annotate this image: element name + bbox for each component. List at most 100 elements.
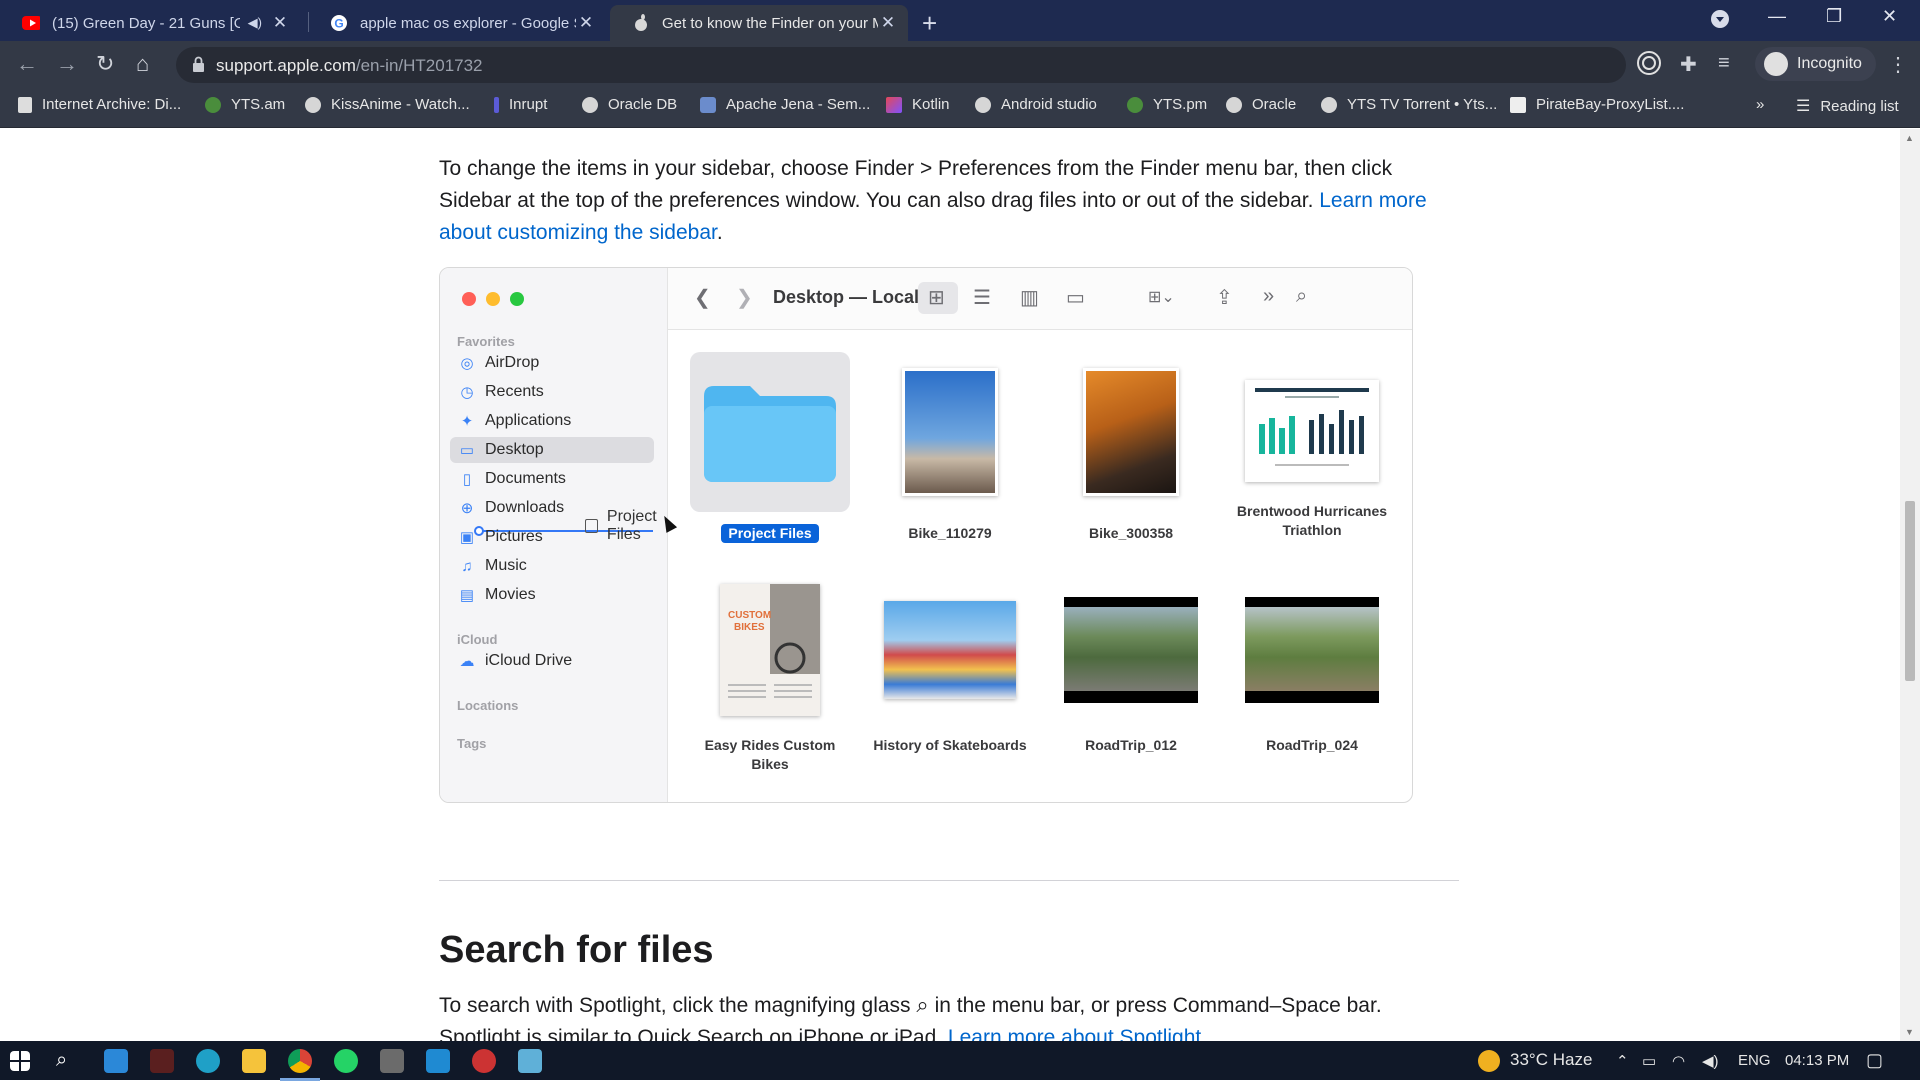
search-icon[interactable]: ⌕	[56, 1049, 80, 1073]
address-bar[interactable]: support.apple.com/en-in/HT201732 ☆	[176, 47, 1784, 83]
search-icon[interactable]: ⌕	[1296, 285, 1307, 308]
media-app-icon[interactable]	[380, 1049, 404, 1073]
notifications-icon[interactable]: ▢	[1866, 1050, 1883, 1071]
music-icon: ♫	[461, 557, 473, 575]
bookmark-internet-archive[interactable]: Internet Archive: Di...	[18, 96, 181, 113]
sidebar-item-pictures[interactable]: ▣ Pictures	[450, 524, 654, 550]
list-view-icon[interactable]: ☰	[973, 285, 991, 310]
bookmark-oracle[interactable]: Oracle	[1226, 96, 1296, 113]
group-by-icon[interactable]: ⊞⌄	[1148, 287, 1175, 307]
sidebar-item-music[interactable]: ♫ Music	[450, 553, 654, 579]
chevron-left-icon[interactable]: ❮	[694, 285, 711, 310]
weather-widget[interactable]: 33°C Haze	[1478, 1050, 1592, 1073]
incognito-profile-button[interactable]: Incognito	[1755, 47, 1876, 81]
bookmark-inrupt[interactable]: Inrupt	[494, 96, 547, 113]
close-tab-icon[interactable]: ✕	[576, 13, 596, 33]
bookmark-kotlin[interactable]: Kotlin	[886, 96, 950, 113]
show-hidden-icons[interactable]: ⌃	[1616, 1052, 1629, 1070]
spotlight-link[interactable]: Learn more about Spotlight	[948, 1026, 1201, 1041]
media-queue-icon[interactable]: ≡	[1718, 52, 1730, 75]
tab-search-icon[interactable]	[1710, 9, 1730, 34]
new-tab-icon[interactable]: +	[922, 8, 937, 39]
file-project-files[interactable]: Project Files	[690, 352, 850, 543]
browser-menu-icon[interactable]: ⋮	[1888, 52, 1908, 77]
sidebar-item-recents[interactable]: ◷ Recents	[450, 379, 654, 405]
restore-icon[interactable]: ❐	[1826, 6, 1842, 27]
bookmark-android-studio[interactable]: Android studio	[975, 96, 1097, 113]
scrollbar-thumb[interactable]	[1905, 501, 1915, 681]
battery-icon[interactable]: ▭	[1642, 1052, 1656, 1070]
file-roadtrip-012[interactable]: RoadTrip_012	[1051, 584, 1211, 755]
file-bike-110279[interactable]: Bike_110279	[870, 352, 1030, 543]
clock[interactable]: 04:13 PM	[1785, 1052, 1849, 1069]
bookmark-label: YTS.am	[231, 96, 286, 113]
close-tab-icon[interactable]: ✕	[270, 13, 290, 33]
sidebar-item-airdrop[interactable]: ◎ AirDrop	[450, 350, 654, 376]
edge-icon[interactable]	[196, 1049, 220, 1073]
scroll-down-icon[interactable]: ▼	[1905, 1027, 1914, 1037]
icloud-heading: iCloud	[457, 632, 498, 647]
bookmark-yts-pm[interactable]: YTS.pm	[1127, 96, 1207, 113]
tab-youtube[interactable]: (15) Green Day - 21 Guns [Of ◀) ✕	[0, 5, 300, 41]
bookmark-yts-am[interactable]: YTS.am	[205, 96, 285, 113]
app-circle-icon[interactable]	[472, 1049, 496, 1073]
reload-icon[interactable]: ↻	[96, 51, 114, 77]
back-icon[interactable]: ←	[16, 51, 38, 77]
whatsapp-icon[interactable]	[334, 1049, 358, 1073]
bookmark-apache-jena[interactable]: Apache Jena - Sem...	[700, 96, 870, 113]
chevron-right-icon[interactable]: ❯	[736, 285, 753, 310]
wifi-icon[interactable]: ◠	[1672, 1052, 1685, 1070]
extensions-puzzle-icon[interactable]: ✚	[1680, 52, 1697, 77]
language-indicator[interactable]: ENG	[1738, 1052, 1771, 1069]
bookmark-yts-tv[interactable]: YTS TV Torrent • Yts...	[1321, 96, 1497, 113]
file-brentwood-triathlon[interactable]: Brentwood Hurricanes Triathlon	[1232, 352, 1392, 540]
sidebar-item-documents[interactable]: ▯ Documents	[450, 466, 654, 492]
globe-icon	[305, 96, 321, 113]
minimize-icon[interactable]: —	[1768, 6, 1786, 27]
scroll-up-icon[interactable]: ▲	[1905, 133, 1914, 143]
file-bike-300358[interactable]: Bike_300358	[1051, 352, 1211, 543]
sidebar-item-movies[interactable]: ▤ Movies	[450, 582, 654, 608]
icon-view-icon[interactable]: ⊞	[928, 285, 945, 310]
sidebar-item-desktop[interactable]: ▭ Desktop	[450, 437, 654, 463]
mail-icon[interactable]	[104, 1049, 128, 1073]
vscode-icon[interactable]	[426, 1049, 450, 1073]
reading-list-button[interactable]: ☰ Reading list	[1796, 96, 1899, 116]
forward-icon[interactable]: →	[56, 51, 78, 77]
bookmarks-overflow-button[interactable]: »	[1756, 96, 1764, 113]
file-label: Project Files	[721, 524, 819, 543]
file-history-skateboards[interactable]: History of Skateboards	[870, 584, 1030, 755]
download-icon: ⊕	[460, 500, 474, 517]
tab-google[interactable]: G apple mac os explorer - Google S ✕	[308, 5, 606, 41]
extension-circle-icon[interactable]	[1636, 50, 1662, 82]
bookmark-kissanime[interactable]: KissAnime - Watch...	[305, 96, 470, 113]
close-window-icon[interactable]: ✕	[1882, 6, 1897, 27]
bookmark-label: Inrupt	[509, 96, 548, 113]
speaker-icon[interactable]: ◀)	[248, 15, 262, 31]
bookmark-piratebay[interactable]: PirateBay-ProxyList....	[1510, 96, 1684, 113]
applications-icon: ✦	[460, 413, 474, 430]
chrome-icon[interactable]	[280, 1049, 320, 1081]
file-explorer-icon[interactable]	[242, 1049, 266, 1073]
bookmark-label: PirateBay-ProxyList....	[1536, 96, 1685, 113]
file-label: Easy Rides Custom Bikes	[704, 737, 836, 772]
sidebar-item-applications[interactable]: ✦ Applications	[450, 408, 654, 434]
windows-start-icon[interactable]	[10, 1051, 30, 1071]
column-view-icon[interactable]: ▥	[1020, 285, 1039, 310]
share-icon[interactable]: ⇪	[1216, 285, 1233, 310]
game-icon[interactable]	[150, 1049, 174, 1073]
gallery-view-icon[interactable]: ▭	[1066, 285, 1085, 310]
volume-icon[interactable]: ◀)	[1702, 1052, 1719, 1070]
file-easy-rides[interactable]: CUSTOM BIKES Easy Rides Custom Bikes	[690, 584, 850, 774]
more-chevrons-icon[interactable]: »	[1263, 285, 1274, 308]
tab-apple-support[interactable]: Get to know the Finder on your M ✕	[610, 5, 908, 41]
home-icon[interactable]: ⌂	[136, 51, 149, 77]
file-roadtrip-024[interactable]: RoadTrip_024	[1232, 584, 1392, 755]
sidebar-item-icloud-drive[interactable]: ☁ iCloud Drive	[450, 648, 654, 674]
close-tab-icon[interactable]: ✕	[878, 13, 898, 33]
bookmark-oracle-db[interactable]: Oracle DB	[582, 96, 677, 113]
calculator-icon[interactable]	[518, 1049, 542, 1073]
document-icon: ▯	[462, 471, 472, 488]
pirate-icon	[1510, 96, 1526, 113]
page-scrollbar[interactable]: ▲ ▼	[1900, 129, 1920, 1041]
